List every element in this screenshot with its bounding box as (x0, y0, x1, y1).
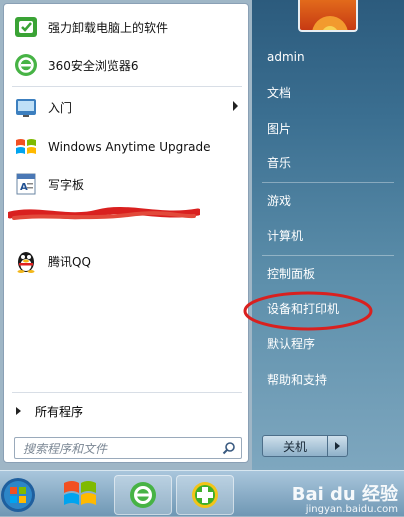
pinned-item-label: 360安全浏览器6 (48, 58, 139, 73)
watermark-brand: Bai du 经验 (291, 484, 398, 505)
baidu-watermark: Bai du 经验 jingyan.baidu.com (258, 484, 398, 516)
recent-item-label: Windows Anytime Upgrade (48, 140, 211, 154)
menu-devices-printers[interactable]: 设备和打印机 (263, 296, 398, 320)
submenu-arrow-icon (233, 101, 238, 111)
separator (12, 86, 242, 87)
pinned-item-uninstaller[interactable]: 强力卸载电脑上的软件 (8, 12, 246, 42)
windows-upgrade-icon (12, 133, 40, 161)
pinned-item-label: 强力卸载电脑上的软件 (48, 20, 169, 35)
360-browser-icon (12, 51, 40, 79)
menu-games[interactable]: 游戏 (263, 188, 398, 212)
programs-pane: 强力卸载电脑上的软件 360安全浏览器6 入门 Windows Anytime … (3, 3, 249, 463)
taskbar-360-browser[interactable] (114, 475, 172, 515)
shutdown-button[interactable]: 关机 (262, 435, 328, 457)
taskbar-windows-flag[interactable] (52, 475, 108, 513)
menu-user-name[interactable]: admin (263, 45, 398, 69)
pinned-item-360-browser[interactable]: 360安全浏览器6 (8, 50, 246, 80)
search-placeholder: 搜索程序和文件 (23, 441, 108, 456)
getting-started-icon (12, 93, 40, 121)
qq-penguin-icon (12, 247, 40, 275)
menu-help-support[interactable]: 帮助和支持 (263, 367, 398, 391)
menu-control-panel[interactable]: 控制面板 (263, 261, 398, 285)
recent-item-wordpad[interactable]: A 写字板 (8, 169, 246, 199)
user-avatar[interactable] (298, 0, 358, 32)
redaction-scribble (8, 206, 200, 220)
separator (262, 255, 394, 256)
menu-music[interactable]: 音乐 (263, 150, 398, 174)
all-programs-label: 所有程序 (35, 404, 84, 419)
svg-text:A: A (20, 182, 28, 193)
watermark-url: jingyan.baidu.com (305, 504, 398, 515)
menu-documents[interactable]: 文档 (263, 80, 398, 104)
recent-item-windows-upgrade[interactable]: Windows Anytime Upgrade (8, 132, 246, 162)
search-icon[interactable] (217, 438, 241, 458)
expand-arrow-icon (16, 407, 21, 415)
shutdown-options-button[interactable] (328, 435, 348, 457)
taskbar-360-guard[interactable] (176, 475, 234, 515)
search-input[interactable]: 搜索程序和文件 (14, 437, 242, 459)
shutdown-group: 关机 (262, 435, 350, 457)
recent-item-label: 入门 (48, 100, 73, 115)
recent-item-label: 写字板 (48, 177, 85, 192)
taskbar: Bai du 经验 jingyan.baidu.com (0, 470, 404, 516)
separator (262, 182, 394, 183)
menu-pictures[interactable]: 图片 (263, 116, 398, 140)
chevron-right-icon (335, 442, 340, 450)
recent-item-qq[interactable]: 腾讯QQ (8, 246, 246, 276)
uninstaller-icon (12, 13, 40, 41)
recent-item-getting-started[interactable]: 入门 (8, 92, 246, 122)
all-programs-button[interactable]: 所有程序 (8, 399, 246, 423)
wordpad-icon: A (12, 170, 40, 198)
menu-computer[interactable]: 计算机 (263, 223, 398, 247)
separator (12, 392, 242, 393)
menu-default-programs[interactable]: 默认程序 (263, 331, 398, 355)
recent-item-label: 腾讯QQ (48, 254, 91, 269)
start-menu: 强力卸载电脑上的软件 360安全浏览器6 入门 Windows Anytime … (0, 0, 404, 470)
start-button[interactable] (0, 475, 50, 513)
